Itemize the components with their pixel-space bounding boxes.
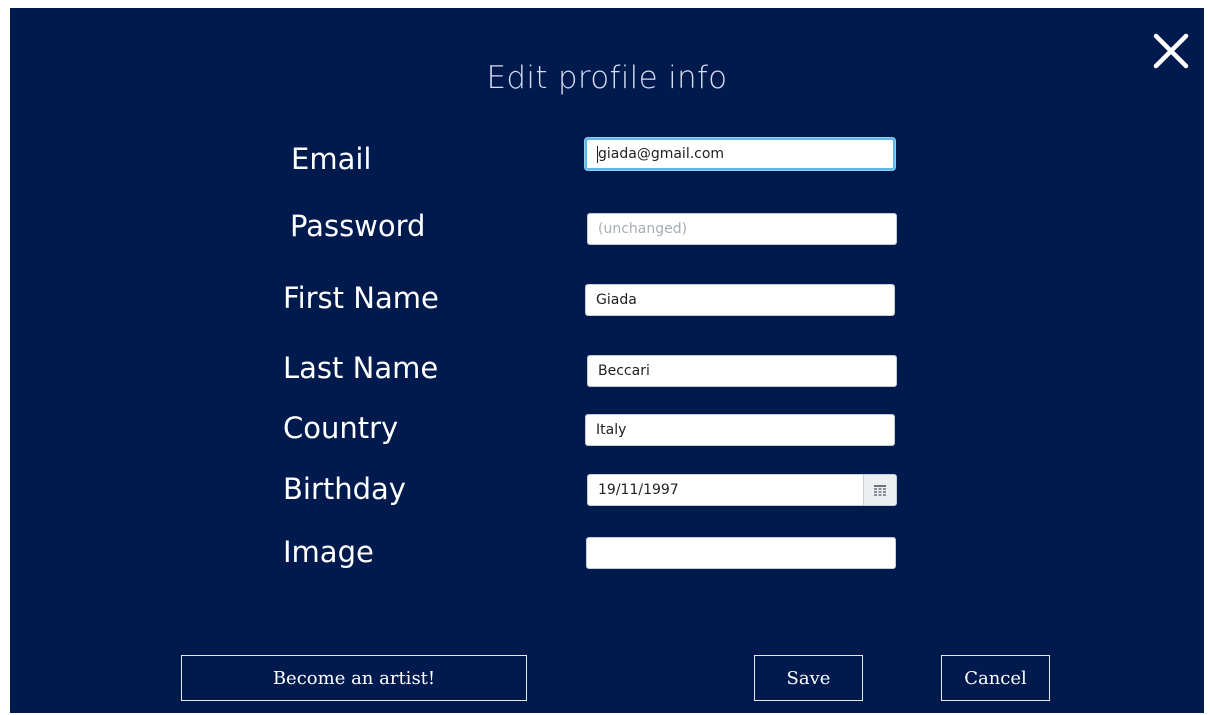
email-value: giada@gmail.com <box>598 146 725 162</box>
password-label: Password <box>290 209 426 243</box>
close-icon[interactable] <box>1152 32 1190 70</box>
birthday-field[interactable]: 19/11/1997 <box>587 474 897 506</box>
last-name-value: Beccari <box>598 363 650 379</box>
birthday-value: 19/11/1997 <box>598 482 679 498</box>
save-button[interactable]: Save <box>754 655 863 701</box>
email-field[interactable]: giada@gmail.com <box>585 138 895 170</box>
country-label: Country <box>283 411 399 445</box>
first-name-label: First Name <box>283 281 439 315</box>
image-field[interactable] <box>586 537 896 569</box>
dialog-title: Edit profile info <box>486 60 728 96</box>
email-label: Email <box>291 142 372 176</box>
password-field[interactable]: (unchanged) <box>587 213 897 245</box>
first-name-field[interactable]: Giada <box>585 284 895 316</box>
country-field[interactable]: Italy <box>585 414 895 446</box>
birthday-label: Birthday <box>283 472 406 506</box>
password-placeholder: (unchanged) <box>598 221 688 237</box>
last-name-label: Last Name <box>283 351 439 385</box>
calendar-icon[interactable] <box>863 475 896 505</box>
first-name-value: Giada <box>596 292 637 308</box>
cancel-button[interactable]: Cancel <box>941 655 1050 701</box>
country-value: Italy <box>596 422 627 438</box>
edit-profile-dialog: Edit profile info Email Password First N… <box>10 8 1204 713</box>
become-artist-button[interactable]: Become an artist! <box>181 655 527 701</box>
last-name-field[interactable]: Beccari <box>587 355 897 387</box>
image-label: Image <box>283 535 374 569</box>
